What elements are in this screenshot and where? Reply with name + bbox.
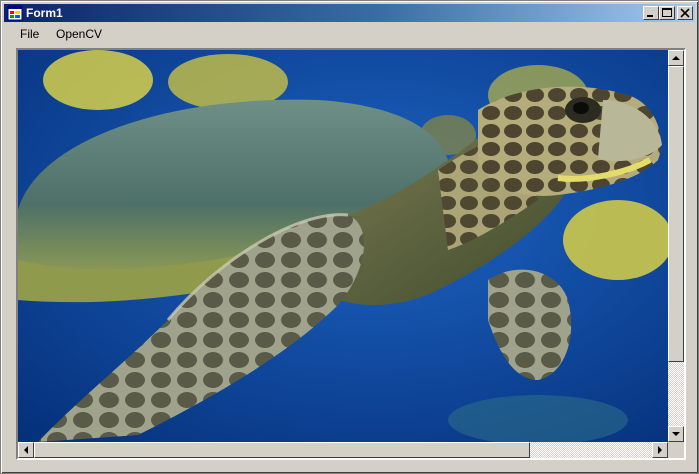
arrow-down-icon [672, 432, 680, 436]
form-window: Form1 File OpenCV [0, 0, 699, 474]
menu-file[interactable]: File [18, 27, 41, 41]
title-bar[interactable]: Form1 [4, 4, 695, 22]
horizontal-scroll-thumb[interactable] [34, 442, 530, 458]
minimize-button[interactable] [643, 6, 659, 20]
close-button[interactable] [677, 6, 693, 20]
arrow-left-icon [24, 446, 28, 454]
menu-bar: File OpenCV [4, 23, 695, 45]
vertical-scroll-thumb[interactable] [668, 66, 684, 362]
arrow-up-icon [672, 56, 680, 60]
minimize-icon [647, 15, 653, 17]
app-form-icon[interactable] [7, 5, 23, 21]
scroll-up-button[interactable] [668, 50, 684, 66]
vertical-scrollbar[interactable] [668, 50, 684, 442]
maximize-icon [662, 8, 672, 17]
picture-box-panel [16, 48, 686, 460]
turtle-image [18, 50, 668, 442]
maximize-button[interactable] [659, 6, 675, 20]
arrow-right-icon [658, 446, 662, 454]
scroll-down-button[interactable] [668, 426, 684, 442]
scroll-right-button[interactable] [652, 442, 668, 458]
image-viewport [18, 50, 668, 442]
horizontal-scrollbar[interactable] [18, 442, 668, 458]
scroll-left-button[interactable] [18, 442, 34, 458]
window-title: Form1 [26, 6, 63, 20]
scrollbar-corner [668, 442, 684, 458]
menu-opencv[interactable]: OpenCV [54, 27, 104, 41]
close-icon [680, 8, 690, 18]
